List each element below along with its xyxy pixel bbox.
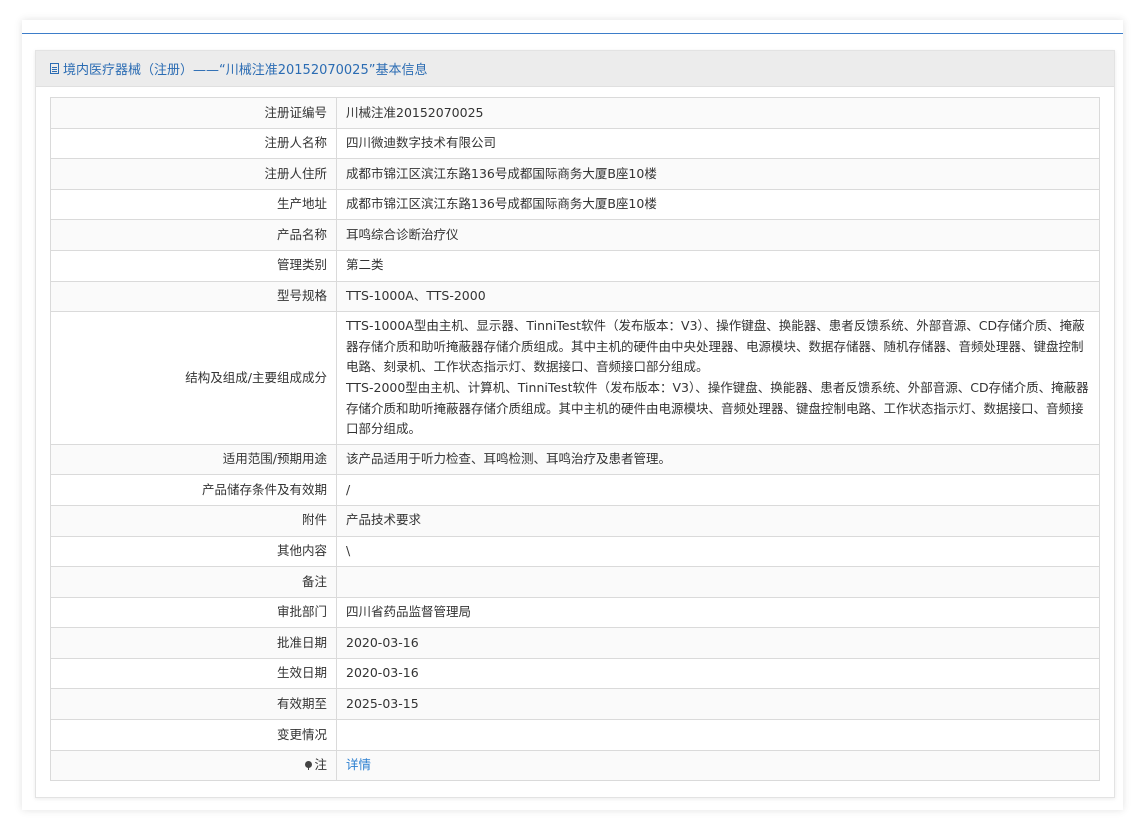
row-label-other: 其他内容 xyxy=(50,535,337,568)
details-link[interactable]: 详情 xyxy=(346,757,371,772)
table-row: 注册人名称 四川微迪数字技术有限公司 xyxy=(50,127,1100,160)
row-label-attachment: 附件 xyxy=(50,504,337,537)
row-value-registration-no: 川械注准20152070025 xyxy=(336,97,1100,129)
row-label-registrant-address: 注册人住所 xyxy=(50,158,337,190)
row-value-registrant-address: 成都市锦江区滨江东路136号成都国际商务大厦B座10楼 xyxy=(336,158,1100,190)
row-value-changes xyxy=(336,719,1100,751)
row-label-registrant-name: 注册人名称 xyxy=(50,127,337,160)
row-label-storage: 产品储存条件及有效期 xyxy=(50,474,337,506)
row-label-product-name: 产品名称 xyxy=(50,219,337,251)
row-label-remarks: 备注 xyxy=(50,566,337,598)
table-row: 批准日期 2020-03-16 xyxy=(50,627,1100,659)
note-label-text: 注 xyxy=(314,757,327,773)
panel-title: 境内医疗器械（注册）——“川械注准20152070025”基本信息 xyxy=(63,63,428,78)
row-label-approval-dept: 审批部门 xyxy=(50,596,337,629)
row-value-note: 详情 xyxy=(336,749,1100,782)
row-value-approval-date: 2020-03-16 xyxy=(336,627,1100,659)
table-row: 审批部门 四川省药品监督管理局 xyxy=(50,596,1100,629)
table-row: 适用范围/预期用途 该产品适用于听力检查、耳鸣检测、耳鸣治疗及患者管理。 xyxy=(50,443,1100,476)
row-value-approval-dept: 四川省药品监督管理局 xyxy=(336,596,1100,629)
table-row: 型号规格 TTS-1000A、TTS-2000 xyxy=(50,280,1100,313)
row-label-effective-date: 生效日期 xyxy=(50,657,337,690)
row-label-changes: 变更情况 xyxy=(50,719,337,751)
table-row: 有效期至 2025-03-15 xyxy=(50,688,1100,721)
table-row: 结构及组成/主要组成成分 TTS-1000A型由主机、显示器、TinniTest… xyxy=(50,311,1100,445)
row-label-approval-date: 批准日期 xyxy=(50,627,337,659)
table-row: 生产地址 成都市锦江区滨江东路136号成都国际商务大厦B座10楼 xyxy=(50,188,1100,221)
row-value-other: \ xyxy=(336,535,1100,568)
row-label-intended-use: 适用范围/预期用途 xyxy=(50,443,337,476)
table-row: 产品储存条件及有效期 / xyxy=(50,474,1100,506)
row-value-product-name: 耳鸣综合诊断治疗仪 xyxy=(336,219,1100,251)
table-row: 附件 产品技术要求 xyxy=(50,504,1100,537)
table-row: 生效日期 2020-03-16 xyxy=(50,657,1100,690)
row-value-storage: / xyxy=(336,474,1100,506)
row-value-attachment: 产品技术要求 xyxy=(336,504,1100,537)
row-label-valid-until: 有效期至 xyxy=(50,688,337,721)
document-icon xyxy=(50,63,59,74)
top-divider xyxy=(22,33,1123,34)
row-label-registration-no: 注册证编号 xyxy=(50,97,337,129)
info-panel: 境内医疗器械（注册）——“川械注准20152070025”基本信息 注册证编号 … xyxy=(35,50,1115,798)
table-row: 其他内容 \ xyxy=(50,535,1100,568)
row-label-structure: 结构及组成/主要组成成分 xyxy=(50,311,337,445)
table-row: 变更情况 xyxy=(50,719,1100,751)
row-label-management-category: 管理类别 xyxy=(50,249,337,282)
row-label-model-spec: 型号规格 xyxy=(50,280,337,313)
table-row: 注册证编号 川械注准20152070025 xyxy=(50,97,1100,129)
row-value-valid-until: 2025-03-15 xyxy=(336,688,1100,721)
row-value-intended-use: 该产品适用于听力检查、耳鸣检测、耳鸣治疗及患者管理。 xyxy=(336,443,1100,476)
row-label-note: 注 xyxy=(50,749,337,782)
row-value-model-spec: TTS-1000A、TTS-2000 xyxy=(336,280,1100,313)
table-row: 产品名称 耳鸣综合诊断治疗仪 xyxy=(50,219,1100,251)
table-row: 备注 xyxy=(50,566,1100,598)
table-row: 注册人住所 成都市锦江区滨江东路136号成都国际商务大厦B座10楼 xyxy=(50,158,1100,190)
table-row: 管理类别 第二类 xyxy=(50,249,1100,282)
pin-icon xyxy=(305,761,313,771)
row-value-remarks xyxy=(336,566,1100,598)
row-label-production-address: 生产地址 xyxy=(50,188,337,221)
row-value-production-address: 成都市锦江区滨江东路136号成都国际商务大厦B座10楼 xyxy=(336,188,1100,221)
panel-header: 境内医疗器械（注册）——“川械注准20152070025”基本信息 xyxy=(36,51,1114,87)
table-row: 注 详情 xyxy=(50,749,1100,782)
row-value-structure: TTS-1000A型由主机、显示器、TinniTest软件（发布版本：V3）、操… xyxy=(336,311,1100,445)
row-value-management-category: 第二类 xyxy=(336,249,1100,282)
row-value-registrant-name: 四川微迪数字技术有限公司 xyxy=(336,127,1100,160)
row-value-effective-date: 2020-03-16 xyxy=(336,657,1100,690)
info-table: 注册证编号 川械注准20152070025 注册人名称 四川微迪数字技术有限公司… xyxy=(50,97,1100,782)
